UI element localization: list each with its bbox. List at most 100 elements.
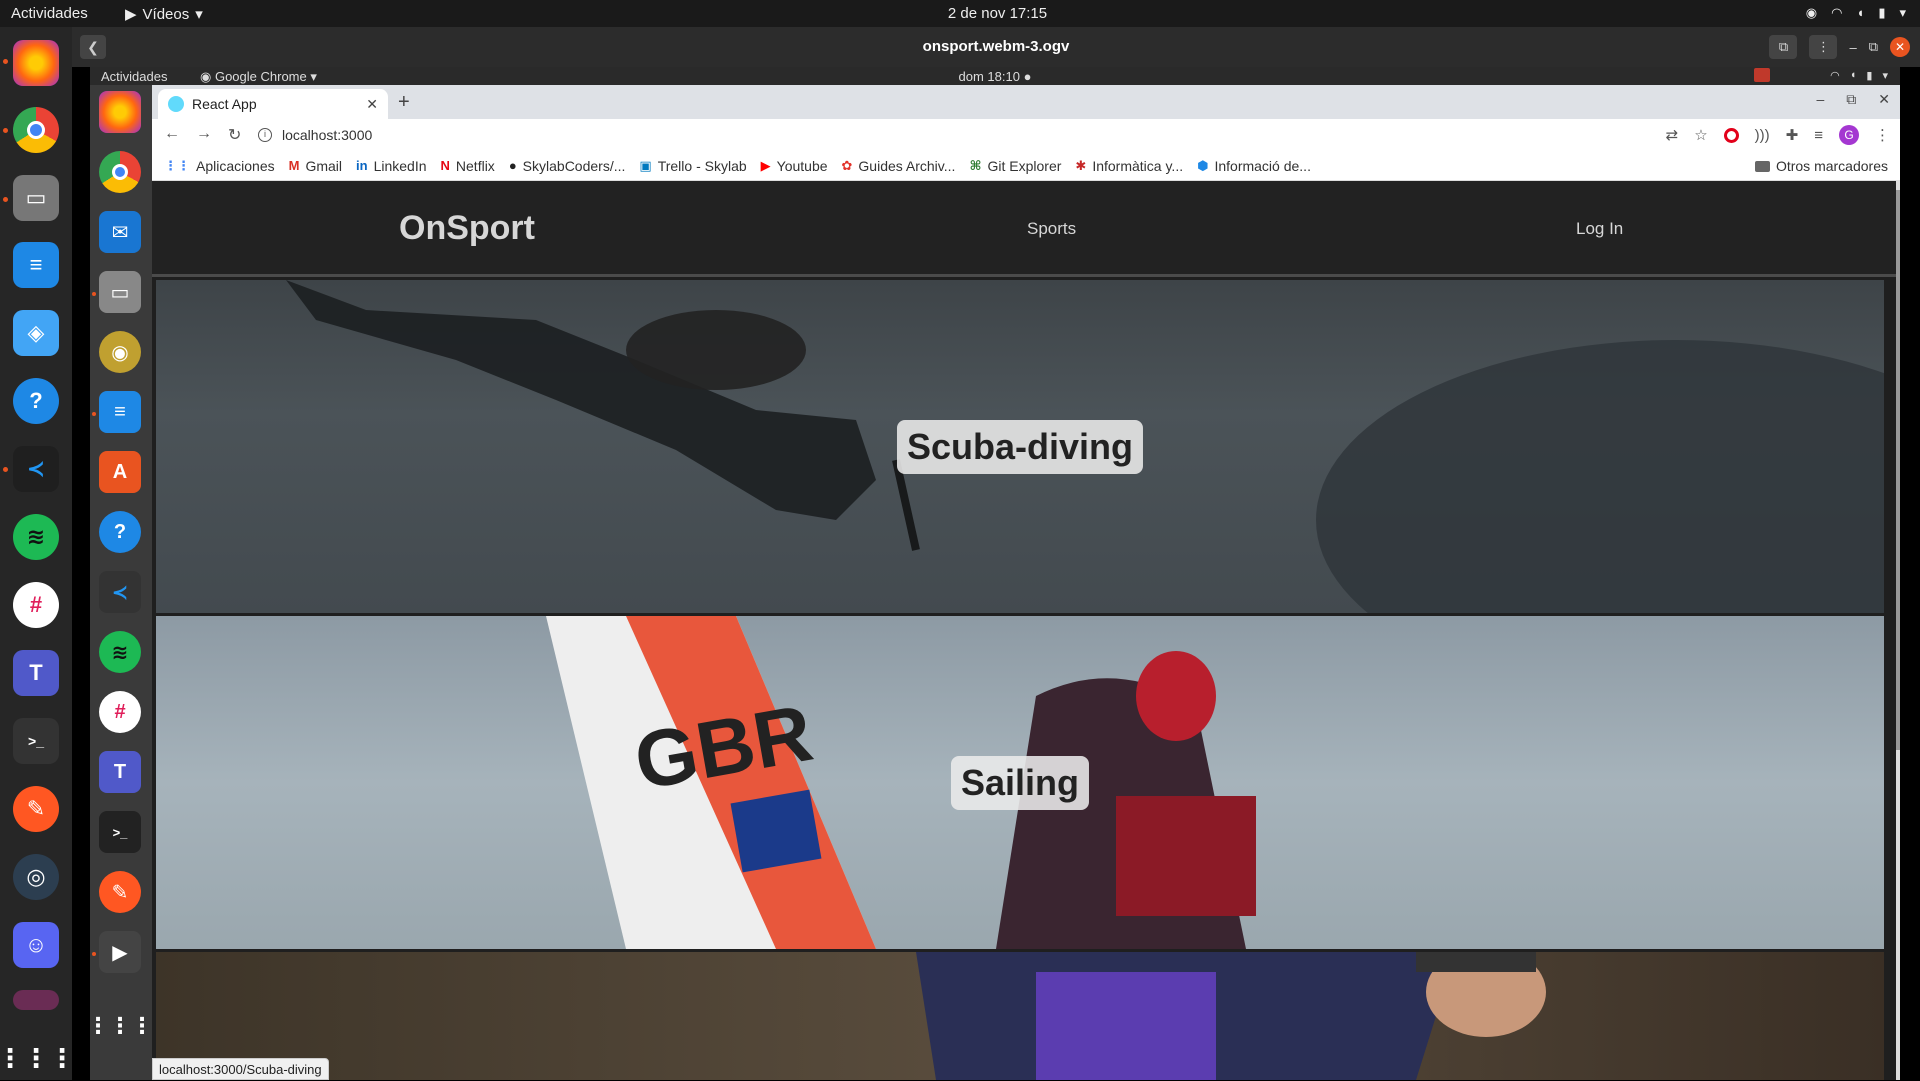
recorded-top-bar: Actividades ◉ Google Chrome ▾ dom 18:10 …	[90, 67, 1900, 85]
hexagon-icon: ⬢	[1197, 157, 1209, 173]
writer-icon[interactable]: ≡	[13, 242, 59, 288]
teams-icon: T	[99, 751, 141, 793]
minimize-button[interactable]: –	[1849, 40, 1856, 55]
tab-title: React App	[192, 96, 257, 112]
running-indicator	[3, 197, 8, 202]
help-icon: ?	[99, 511, 141, 553]
close-tab-icon[interactable]: ✕	[366, 96, 378, 113]
recorded-clock-label: dom 18:10	[958, 69, 1020, 84]
chrome-icon[interactable]	[13, 107, 59, 153]
rhythmbox-icon: ◉	[99, 331, 141, 373]
sport-card-sailing[interactable]: GBR Sailing	[156, 616, 1884, 949]
link-status-bubble: localhost:3000/Scuba-diving	[152, 1058, 329, 1080]
bookmark-item[interactable]: ⌘ Git Explorer	[969, 158, 1061, 174]
scrollbar-thumb[interactable]	[1896, 190, 1900, 750]
partial-app-icon[interactable]	[13, 990, 59, 1010]
opera-extension-icon[interactable]	[1723, 127, 1739, 143]
show-apps-grid-icon[interactable]: ⋮⋮⋮	[0, 1035, 75, 1081]
bookmark-label: Guides Archiv...	[858, 157, 956, 174]
bookmark-label: Netflix	[455, 157, 495, 174]
restore-button[interactable]: ⧉	[1846, 91, 1856, 108]
video-window-titlebar: ❮ onsport.webm-3.ogv ⧉ ⋮ – ⧉ ✕	[72, 27, 1920, 67]
chrome-menu-icon[interactable]: ⋮	[1875, 126, 1890, 144]
bookmark-label: Informació de...	[1214, 157, 1311, 174]
tab-react-app[interactable]: React App ✕	[158, 89, 388, 119]
url-text[interactable]: localhost:3000	[282, 127, 372, 143]
address-bar[interactable]: i localhost:3000	[258, 122, 372, 148]
menu-button[interactable]: ⋮	[1809, 35, 1838, 59]
site-logo[interactable]: OnSport	[399, 209, 535, 248]
firefox-icon[interactable]	[13, 40, 59, 86]
bookmarks-bar: ⋮⋮ Aplicaciones M Gmail in LinkedIn N Netflix ● S…	[152, 151, 1900, 181]
new-tab-button[interactable]: +	[398, 91, 410, 114]
bookmark-item[interactable]: M Gmail	[289, 158, 342, 174]
back-arrow-icon[interactable]: ←	[164, 125, 180, 145]
discord-icon[interactable]: ☺	[13, 922, 59, 968]
postman-icon[interactable]: ✎	[13, 786, 59, 832]
bookmark-item[interactable]: ✿ Guides Archiv...	[842, 158, 956, 174]
chrome-window: React App ✕ + – ⧉ ✕ ← → ↻ i localhost:30…	[152, 85, 1900, 1080]
close-window-button[interactable]: ✕	[1878, 91, 1890, 108]
clock[interactable]: 2 de nov 17:15	[0, 5, 1920, 22]
bookmark-label: LinkedIn	[373, 157, 427, 174]
battery-icon: ▮	[1866, 70, 1873, 82]
reload-icon[interactable]: ↻	[228, 125, 241, 145]
bookmark-item[interactable]: ✱ Informàtica y...	[1075, 158, 1183, 174]
software-center-icon[interactable]: ◈	[13, 310, 59, 356]
sport-card-scuba-diving[interactable]: Scuba-diving	[156, 280, 1884, 613]
steam-icon[interactable]: ◎	[13, 854, 59, 900]
bookmark-item[interactable]: ▶ Youtube	[761, 158, 828, 174]
minimize-button[interactable]: –	[1816, 91, 1824, 108]
chrome-icon	[99, 151, 141, 193]
battery-icon: ▮	[1878, 5, 1886, 20]
software-icon: A	[99, 451, 141, 493]
nav-login-link[interactable]: Log In	[1576, 219, 1623, 239]
volume-icon: ◖	[1849, 69, 1857, 81]
video-player-icon: ▶	[99, 931, 141, 973]
files-icon[interactable]: ▭	[13, 175, 59, 221]
extensions-puzzle-icon[interactable]: ✚	[1786, 126, 1799, 144]
wifi-icon: ◠	[1831, 5, 1843, 20]
bookmark-item[interactable]: ● SkylabCoders/...	[509, 158, 626, 174]
media-queue-icon[interactable]: ≡	[1814, 127, 1823, 144]
spotify-icon: ≋	[99, 631, 141, 673]
terminal-icon[interactable]: >_	[13, 718, 59, 764]
thunderbird-icon: ✉	[99, 211, 141, 253]
spotify-icon[interactable]: ≋	[13, 514, 59, 560]
slack-icon: #	[99, 691, 141, 733]
chrome-window-controls: – ⧉ ✕	[1816, 91, 1890, 108]
tab-strip: React App ✕ + – ⧉ ✕	[152, 85, 1900, 119]
bookmark-star-icon[interactable]: ☆	[1694, 126, 1707, 144]
teams-icon[interactable]: T	[13, 650, 59, 696]
bookmark-label: Gmail	[305, 157, 343, 174]
react-favicon-icon	[168, 96, 184, 112]
vscode-icon[interactable]: ≺	[13, 446, 59, 492]
site-info-icon[interactable]: i	[258, 128, 272, 142]
bookmark-item[interactable]: ⬢ Informació de...	[1197, 158, 1311, 174]
sport-card-cycling[interactable]	[156, 952, 1884, 1080]
close-button[interactable]: ✕	[1890, 37, 1910, 57]
bookmark-item[interactable]: ⋮⋮ Aplicaciones	[164, 158, 275, 174]
postman-icon: ✎	[99, 871, 141, 913]
forward-arrow-icon[interactable]: →	[196, 125, 212, 145]
files-icon: ▭	[99, 271, 141, 313]
record-indicator-icon	[1754, 68, 1770, 82]
bookmark-item[interactable]: in LinkedIn	[356, 158, 427, 174]
bookmark-item[interactable]: ▣ Trello - Skylab	[639, 158, 746, 174]
picture-in-picture-button[interactable]: ⧉	[1769, 35, 1798, 59]
chevron-down-icon: ▾	[1882, 70, 1888, 82]
other-bookmarks[interactable]: Otros marcadores	[1754, 158, 1888, 174]
extension-waves-icon[interactable]: )))	[1755, 127, 1770, 144]
nav-sports-link[interactable]: Sports	[1027, 219, 1076, 239]
slack-icon[interactable]: #	[13, 582, 59, 628]
translate-icon[interactable]: ⇄	[1666, 126, 1679, 144]
site-navbar: OnSport Sports Log In	[152, 181, 1896, 277]
help-icon[interactable]: ?	[13, 378, 59, 424]
terminal-icon: >_	[99, 811, 141, 853]
informatica-icon: ✱	[1075, 157, 1087, 173]
restore-button[interactable]: ⧉	[1869, 39, 1878, 55]
bookmark-item[interactable]: N Netflix	[441, 158, 495, 174]
system-tray[interactable]: ◉ ◠ ◖ ▮ ▾	[1806, 5, 1906, 21]
linkedin-icon: in	[356, 158, 368, 173]
profile-avatar[interactable]: G	[1839, 125, 1859, 145]
